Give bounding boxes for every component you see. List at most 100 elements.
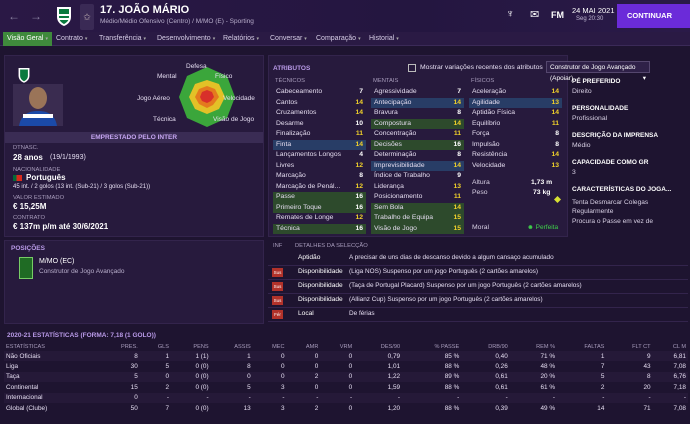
stats-column-header[interactable]: PENS xyxy=(171,342,211,351)
selection-row[interactable]: Sus Disponibilidade (Allianz Cup) Suspenso… xyxy=(268,294,688,308)
tab-contrato[interactable]: Contrato ▾ xyxy=(52,32,91,46)
mental-attribute-row[interactable]: Sem Bola 14 xyxy=(371,202,464,213)
technical-attribute-row[interactable]: Livres 12 xyxy=(273,161,366,172)
stats-cell: - xyxy=(206,394,209,402)
stats-row[interactable]: Continental 15 2 0 (0) 5 3 0 0 1,59 88 % 0,61 61 % 2… xyxy=(4,382,688,392)
selection-row[interactable]: Aptidão A precisar de uns dias de descans… xyxy=(268,252,688,266)
stats-row[interactable]: Taça 5 0 0 (0) 0 0 2 0 1,22 89 % 0,61 20 % 5 8 6,76 xyxy=(4,371,688,383)
tab-transferencia[interactable]: Transferência ▾ xyxy=(95,32,150,46)
stats-row[interactable]: Global (Clube) 50 7 0 (0) 13 3 2 0 1,20 88 % 0,39 4… xyxy=(4,403,688,413)
stats-cell: Não Oficiais xyxy=(6,352,41,360)
technical-attribute-row[interactable]: Passe 16 xyxy=(273,192,366,203)
stats-column-header[interactable]: DRB/90 xyxy=(461,342,510,351)
recent-changes-checkbox[interactable] xyxy=(408,64,416,72)
technical-attribute-row[interactable]: Lançamentos Longos 4 xyxy=(273,150,366,161)
tab-relatorios[interactable]: Relatórios ▾ xyxy=(219,32,263,46)
stats-column-header[interactable]: CL M xyxy=(653,342,688,351)
attribute-value: 8 xyxy=(555,140,559,148)
stats-column-header[interactable]: VRM xyxy=(320,342,354,351)
stats-row[interactable]: Não Oficiais 8 1 1 (1) 1 0 0 0 0,79 85 % 0,40 71 % 1… xyxy=(4,351,688,362)
attribute-value: 8 xyxy=(359,172,363,179)
tab-desenvolvimento[interactable]: Desenvolvimento ▾ xyxy=(153,32,219,46)
mental-attribute-row[interactable]: Concentração 11 xyxy=(371,129,464,140)
technical-attribute-row[interactable]: Marcação de Penál... 12 xyxy=(273,182,366,193)
stats-column-header[interactable]: FLT CT xyxy=(606,342,652,351)
stats-column-header[interactable]: PRES. xyxy=(97,342,140,351)
mental-attribute-row[interactable]: Índice de Trabalho 9 xyxy=(371,171,464,182)
technical-attribute-row[interactable]: Desarme 10 xyxy=(273,119,366,130)
tab-historial[interactable]: Historial ▾ xyxy=(365,32,403,46)
attribute-value: 14 xyxy=(453,98,461,106)
technical-attribute-row[interactable]: Cabeceamento 7 xyxy=(273,87,366,98)
technical-attribute-row[interactable]: Remates de Longe 12 xyxy=(273,213,366,224)
stats-column-header[interactable]: ASSIS xyxy=(211,342,253,351)
mental-attribute-row[interactable]: Antecipação 14 xyxy=(371,97,464,108)
stats-cell: 2 xyxy=(165,383,170,391)
stats-cell: 5 xyxy=(247,383,251,391)
technical-attribute-row[interactable]: Marcação 8 xyxy=(273,171,366,182)
physical-attribute-row[interactable]: Aceleração 14 xyxy=(469,87,562,98)
preferred-foot: Direito xyxy=(572,88,592,95)
mental-attribute-row[interactable]: Decisões 16 xyxy=(371,139,464,150)
stats-cell: 0 (0) xyxy=(195,363,209,371)
player-subtitle: Médio/Médio Ofensivo (Centro) / M/MO (E)… xyxy=(100,18,254,25)
stats-column-header[interactable]: ESTATÍSTICAS xyxy=(4,342,97,351)
stats-column-header[interactable]: AMR xyxy=(287,342,321,351)
technical-attribute-row[interactable]: Finalização 11 xyxy=(273,129,366,140)
physical-attribute-row[interactable]: Impulsão 8 xyxy=(469,140,562,151)
mental-attribute-row[interactable]: Agressividade 7 xyxy=(371,87,464,98)
technical-attribute-row[interactable]: Primeiro Toque 16 xyxy=(273,202,366,213)
physical-attribute-row[interactable]: Resistência 14 xyxy=(469,150,562,161)
technical-attribute-row[interactable]: Cantos 14 xyxy=(273,98,366,109)
forward-arrow-icon[interactable]: → xyxy=(30,9,42,23)
mental-attribute-row[interactable]: Imprevisibilidade 14 xyxy=(371,160,464,171)
mental-attribute-row[interactable]: Trabalho de Equipa 15 xyxy=(371,213,464,224)
stats-row[interactable]: Internacional 0 - - - - - - - - - - - - - xyxy=(4,392,688,403)
mental-attribute-row[interactable]: Compostura 14 xyxy=(371,118,464,129)
mental-attribute-row[interactable]: Liderança 13 xyxy=(371,182,464,193)
mental-attribute-row[interactable]: Bravura 8 xyxy=(371,108,464,119)
tab-conversar[interactable]: Conversar ▾ xyxy=(266,32,311,46)
mail-icon[interactable]: ✉ xyxy=(530,8,539,21)
selection-row[interactable]: Fér Local De férias xyxy=(268,308,688,322)
continue-button[interactable]: CONTINUAR xyxy=(617,4,690,28)
stats-column-header[interactable]: % PASSE xyxy=(402,342,461,351)
physical-attribute-row[interactable]: Equilíbrio 11 xyxy=(469,119,562,130)
physical-attribute-row[interactable]: Agilidade 13 xyxy=(469,97,562,108)
stats-column-header[interactable]: MEC xyxy=(253,342,287,351)
stats-cell: - xyxy=(552,394,556,402)
attribute-value: 11 xyxy=(551,119,559,127)
stats-column-header[interactable]: FALTAS xyxy=(557,342,606,351)
attribute-name: Cabeceamento xyxy=(276,88,323,95)
technical-attribute-row[interactable]: Cruzamentos 14 xyxy=(273,108,366,119)
stats-cell: 14 xyxy=(597,404,605,412)
attribute-value: 12 xyxy=(355,182,363,190)
tab-comparacao[interactable]: Comparação ▾ xyxy=(312,32,365,46)
selection-row[interactable]: Sus Disponibilidade (Liga NOS) Suspenso po… xyxy=(268,266,688,280)
stats-column-header[interactable]: GLS xyxy=(140,342,171,351)
stats-cell: 1,59 xyxy=(387,383,401,391)
stats-cell: 0 xyxy=(134,394,138,402)
stats-title[interactable]: 2020-21 ESTATÍSTICAS (FORMA: 7,18 (1 GOL… xyxy=(7,332,156,339)
physical-attribute-row[interactable]: Força 8 xyxy=(469,129,562,140)
globe-icon[interactable]: ♆ xyxy=(506,8,520,22)
technical-attribute-row[interactable]: Finta 14 xyxy=(273,139,366,150)
manager-menu[interactable]: FM xyxy=(551,10,564,20)
mental-attribute-row[interactable]: Visão de Jogo 15 xyxy=(371,223,464,234)
mental-attribute-row[interactable]: Posicionamento 11 xyxy=(371,192,464,203)
stats-row[interactable]: Liga 30 5 0 (0) 8 0 0 0 1,01 88 % 0,26 48 % 7 43 7,08 xyxy=(4,361,688,371)
selection-row[interactable]: Sus Disponibilidade (Taça de Portugal Plac… xyxy=(268,280,688,294)
favourite-star-icon[interactable]: ✩ xyxy=(80,4,94,30)
tab-visao-geral[interactable]: Visão Geral ▾ xyxy=(3,32,52,46)
technical-attribute-row[interactable]: Técnica 16 xyxy=(273,223,366,234)
stats-column-header[interactable]: DES/90 xyxy=(354,342,402,351)
physical-attribute-row[interactable]: Velocidade 13 xyxy=(469,161,562,172)
mental-attribute-row[interactable]: Determinação 8 xyxy=(371,150,464,161)
attribute-name: Visão de Jogo xyxy=(374,224,417,232)
physical-attribute-row[interactable]: Aptidão Física 14 xyxy=(469,108,562,119)
physical-title: FÍSICOS xyxy=(471,78,495,84)
attribute-name: Remates de Longe xyxy=(276,214,334,221)
back-arrow-icon[interactable]: ← xyxy=(8,9,20,23)
nationality[interactable]: Português xyxy=(26,173,66,182)
stats-column-header[interactable]: REM % xyxy=(510,342,557,351)
